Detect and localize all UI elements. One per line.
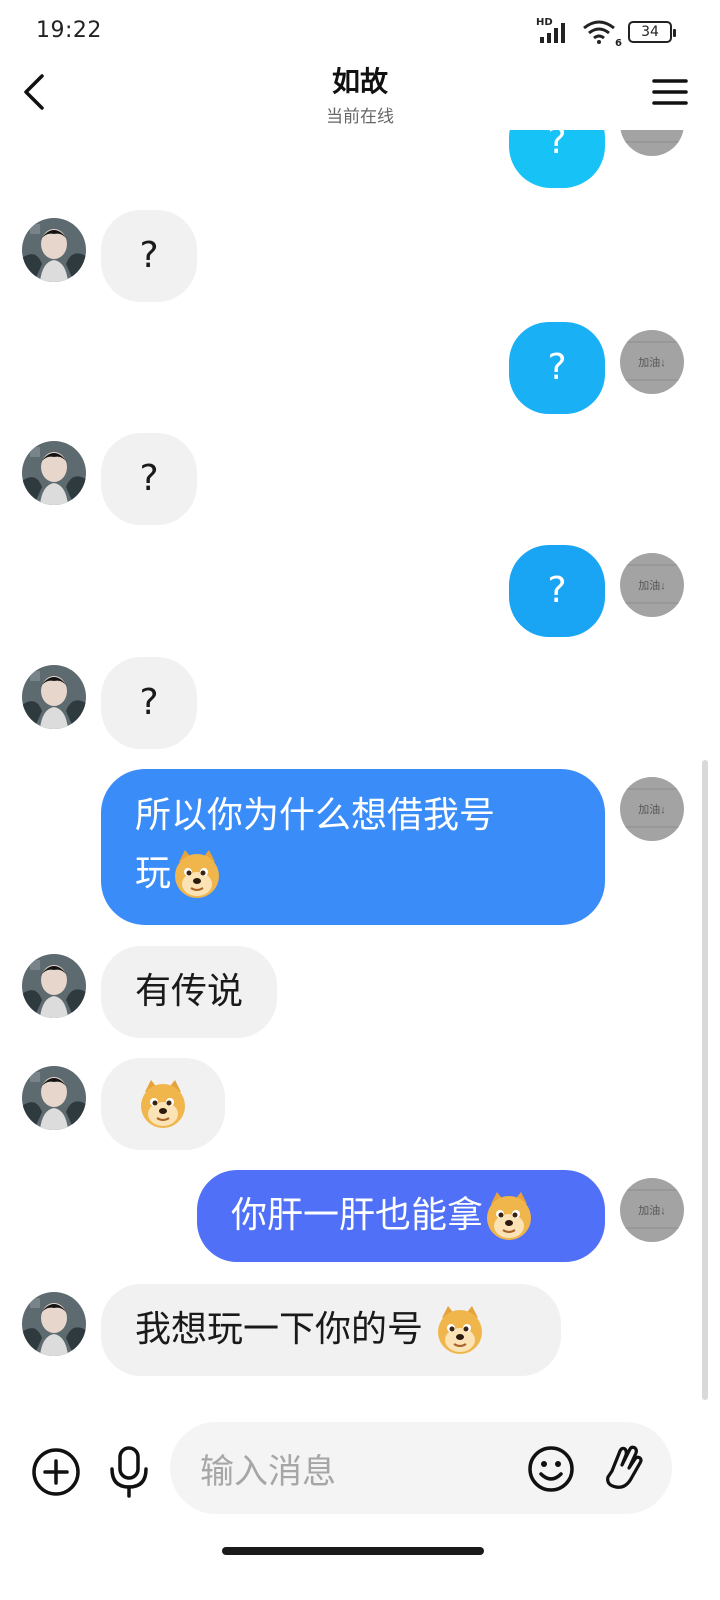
emoji-icon — [528, 1446, 574, 1492]
message-text: 我想玩一下你的号 — [135, 1309, 435, 1350]
message-other: ? — [0, 657, 720, 749]
message-list[interactable]: ? ? ? ? ? ? 所以你为什么想借我号 玩 有传说 你肝一肝也能拿 我想玩… — [0, 130, 720, 1410]
message-other: ? — [0, 433, 720, 525]
doge-emoji-icon — [437, 1305, 484, 1355]
self-avatar[interactable] — [620, 1178, 684, 1242]
microphone-icon — [110, 1446, 148, 1498]
message-bubble[interactable]: ? — [101, 657, 197, 749]
battery-icon: 34 — [628, 21, 676, 43]
home-indicator[interactable] — [222, 1547, 484, 1555]
message-bubble[interactable]: ? — [509, 130, 605, 188]
menu-icon — [652, 79, 688, 105]
message-self: 所以你为什么想借我号 玩 — [0, 769, 720, 925]
message-other: 我想玩一下你的号 — [0, 1284, 720, 1376]
message-input[interactable]: 输入消息 — [170, 1422, 672, 1514]
message-bubble[interactable]: 有传说 — [101, 946, 278, 1038]
contact-avatar[interactable] — [22, 665, 86, 729]
contact-name: 如故 — [331, 65, 388, 98]
self-avatar[interactable] — [620, 330, 684, 394]
wifi-standard-label: 6 — [615, 38, 622, 49]
emoji-button[interactable] — [526, 1444, 576, 1494]
add-button[interactable] — [30, 1446, 82, 1498]
status-bar: 19:22 HD 6 34 — [0, 0, 720, 62]
menu-button[interactable] — [650, 72, 690, 112]
message-bubble[interactable]: ? — [509, 545, 605, 637]
doge-emoji-icon — [486, 1191, 533, 1241]
message-text: ? — [139, 682, 159, 723]
message-text: ? — [139, 458, 159, 499]
message-input-placeholder: 输入消息 — [200, 1452, 336, 1492]
message-text: ? — [139, 235, 159, 276]
self-avatar[interactable] — [620, 130, 684, 156]
doge-emoji-icon — [174, 849, 221, 899]
doge-emoji-icon — [140, 1079, 186, 1129]
contact-avatar[interactable] — [22, 954, 86, 1018]
message-self: 你肝一肝也能拿 — [0, 1170, 720, 1262]
message-bubble[interactable]: ? — [101, 433, 197, 525]
signal-icon: HD — [536, 17, 572, 45]
self-avatar[interactable] — [620, 553, 684, 617]
message-text: 有传说 — [135, 971, 244, 1012]
message-other: ? — [0, 210, 720, 302]
input-bar: 输入消息 — [0, 1410, 720, 1540]
message-other: 有传说 — [0, 946, 720, 1038]
message-text: ? — [547, 570, 567, 611]
message-bubble[interactable]: ? — [101, 210, 197, 302]
contact-avatar[interactable] — [22, 1066, 86, 1130]
message-text: ? — [547, 130, 567, 162]
contact-avatar[interactable] — [22, 1292, 86, 1356]
contact-avatar[interactable] — [22, 218, 86, 282]
message-self: ? — [0, 545, 720, 637]
message-bubble[interactable]: 所以你为什么想借我号 玩 — [101, 769, 605, 925]
message-bubble[interactable]: ? — [509, 322, 605, 414]
self-avatar[interactable] — [620, 777, 684, 841]
message-text: 你肝一肝也能拿 — [231, 1195, 484, 1236]
scrollbar[interactable] — [702, 760, 708, 1400]
message-bubble[interactable]: 你肝一肝也能拿 — [197, 1170, 605, 1262]
message-text-continued: 玩 — [135, 853, 172, 894]
voice-button[interactable] — [104, 1444, 154, 1500]
message-bubble[interactable]: 我想玩一下你的号 — [101, 1284, 561, 1376]
status-icons: HD 6 34 — [536, 17, 676, 49]
status-time: 19:22 — [36, 18, 102, 43]
message-text: 所以你为什么想借我号 — [135, 795, 496, 836]
chat-header: 如故 当前在线 — [0, 56, 720, 130]
message-self: ? — [0, 130, 720, 188]
battery-level: 34 — [641, 24, 659, 40]
contact-avatar[interactable] — [22, 441, 86, 505]
message-text: ? — [547, 347, 567, 388]
gesture-icon — [606, 1445, 643, 1489]
add-icon — [32, 1448, 80, 1496]
message-bubble[interactable] — [101, 1058, 225, 1150]
gesture-button[interactable] — [600, 1442, 650, 1494]
wifi-icon: 6 — [582, 19, 622, 49]
message-other — [0, 1058, 720, 1150]
online-status: 当前在线 — [326, 107, 394, 127]
message-self: ? — [0, 322, 720, 414]
